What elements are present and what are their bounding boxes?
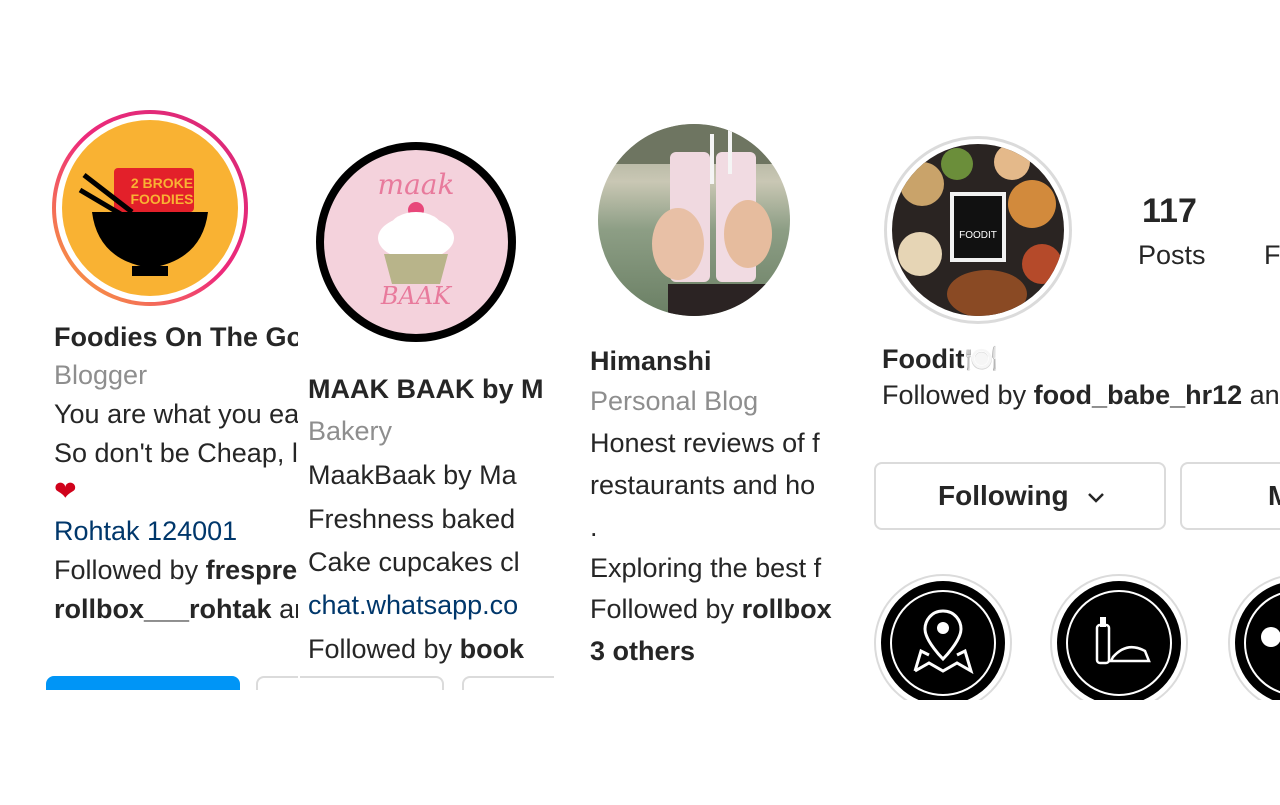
bio-line: MaakBaak by Ma (308, 460, 517, 490)
followed-user[interactable]: book (460, 634, 525, 664)
bowl-logo-icon (78, 168, 208, 276)
message-button[interactable]: M (1180, 462, 1280, 530)
bio-line: . (590, 512, 598, 542)
chevron-down-icon (1088, 493, 1104, 503)
followed-by[interactable]: Followed by rollbox (590, 592, 832, 626)
bio-line: Freshness baked (308, 504, 516, 534)
highlight-item[interactable] (874, 574, 1012, 700)
follow-button[interactable] (300, 676, 444, 690)
location-link[interactable]: Rohtak 124001 (54, 514, 237, 548)
logo-text: 2 BROKE FOODIES (130, 175, 194, 207)
followed-prefix: Followed by (54, 555, 206, 585)
partial-icon (1244, 592, 1280, 694)
profile-category: Blogger (54, 360, 148, 390)
following-button[interactable]: Following (874, 462, 1166, 530)
followed-by-cont[interactable]: rollbox___rohtak an (54, 592, 298, 626)
followed-prefix: Followed by (882, 380, 1034, 410)
bio-line: Honest reviews of f (590, 428, 820, 458)
profile-avatar[interactable]: maak BAAK (316, 142, 516, 342)
followed-others[interactable]: 3 others (590, 634, 695, 668)
message-button[interactable] (462, 676, 554, 690)
story-ring[interactable]: 2 BROKE FOODIES (52, 110, 248, 306)
bio-line: Cake cupcakes cl (308, 547, 520, 577)
cupcake-icon (378, 202, 454, 284)
followed-user[interactable]: rollbox (742, 594, 832, 624)
profile-name: Himanshi (590, 346, 712, 376)
following-label: Following (938, 480, 1069, 511)
highlight-item[interactable] (1228, 574, 1280, 700)
bio-line: Exploring the best f (590, 553, 822, 583)
stats-label[interactable]: Posts (1138, 240, 1206, 271)
followed-by[interactable]: Followed by food_babe_hr12 an (882, 378, 1280, 412)
message-label-cut: M (1268, 480, 1280, 511)
bio-line: So don't be Cheap, l (54, 438, 298, 468)
followed-user[interactable]: rollbox___rohtak (54, 594, 272, 624)
profile-panel-foodies-on-the-go: 2 BROKE FOODIES Foodies On The Go Blogge… (0, 100, 298, 690)
website-link[interactable]: chat.whatsapp.co (308, 588, 518, 622)
profile-avatar[interactable] (598, 124, 790, 316)
stats-label-cut[interactable]: F (1264, 240, 1280, 271)
profile-name: MAAK BAAK by M (308, 374, 544, 404)
heart-icon: ❤ (54, 476, 77, 506)
bottle-food-icon (1066, 590, 1172, 696)
logo-text-bottom: BAAK (380, 282, 452, 310)
followed-prefix: Followed by (590, 594, 742, 624)
bio-line: restaurants and ho (590, 470, 816, 500)
message-button[interactable] (256, 676, 298, 690)
milkshake-photo-icon (598, 124, 790, 316)
profile-avatar[interactable]: 2 BROKE FOODIES (62, 120, 238, 296)
profile-panel-foodit: FOODIT 117 Posts F Foodit🍽️ Followed by … (864, 130, 1280, 700)
profile-panel-himanshi: Himanshi Personal Blog Honest reviews of… (580, 120, 848, 680)
profile-panel-maak-baak: maak BAAK MAAK BAAK by M Bakery MaakBaak… (300, 140, 554, 690)
avatar-ring[interactable]: FOODIT (884, 136, 1072, 324)
followed-suffix: an (1242, 380, 1280, 410)
followed-by[interactable]: Followed by book (308, 632, 524, 666)
profile-name: Foodies On The Go (54, 322, 298, 352)
profile-avatar[interactable]: FOODIT (892, 144, 1064, 316)
logo-text: FOODIT (959, 230, 997, 241)
followed-by[interactable]: Followed by frespre (54, 553, 297, 587)
followed-suffix: an (279, 594, 298, 624)
followed-prefix: Followed by (308, 634, 460, 664)
highlight-item[interactable] (1050, 574, 1188, 700)
follow-button[interactable] (46, 676, 240, 690)
location-map-icon (890, 590, 996, 696)
profile-category: Personal Blog (590, 386, 759, 416)
followed-user[interactable]: food_babe_hr12 (1034, 380, 1243, 410)
bio-line: You are what you ea (54, 399, 298, 429)
profile-name: Foodit🍽️ (882, 344, 999, 374)
stats-count[interactable]: 117 (1142, 192, 1197, 231)
followed-user[interactable]: frespre (206, 555, 298, 585)
profile-category: Bakery (308, 416, 393, 446)
